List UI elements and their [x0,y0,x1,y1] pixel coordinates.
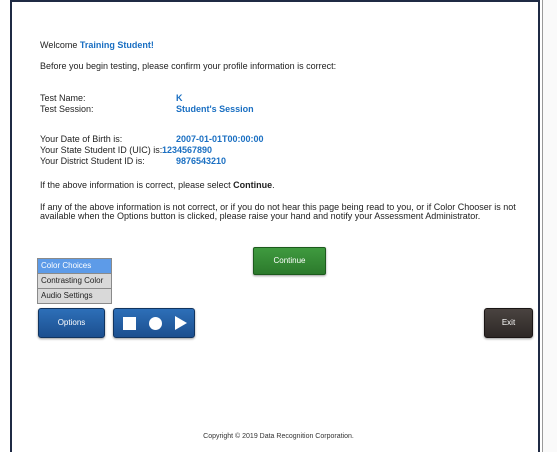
test-session-label: Test Session: [40,104,94,114]
uic-value: 1234567890 [162,145,213,155]
menu-item-color-choices[interactable]: Color Choices [37,258,112,274]
test-session-value: Student's Session [176,104,254,114]
district-id-value: 9876543210 [176,156,227,166]
confirm-instruction: If the above information is correct, ple… [40,180,275,191]
welcome-prefix: Welcome [40,40,78,50]
play-icon[interactable] [175,316,187,330]
confirm-end: . [272,180,275,190]
menu-item-audio-settings[interactable]: Audio Settings [37,289,112,304]
intro-text: Before you begin testing, please confirm… [40,61,337,71]
options-button[interactable]: Options [38,308,105,338]
district-id-label: Your District Student ID is: [40,156,145,166]
options-menu: Color Choices Contrasting Color Audio Se… [37,258,112,304]
audio-controls [113,308,195,338]
dob-value: 2007-01-01T00:00:00 [176,134,264,144]
test-name-label: Test Name: [40,93,86,103]
confirm-emphasis: Continue [233,180,273,190]
menu-item-contrasting-color[interactable]: Contrasting Color [37,274,112,289]
help-text: If any of the above information is not c… [40,202,516,221]
scrollbar[interactable] [542,0,557,452]
copyright-footer: Copyright © 2019 Data Recognition Corpor… [203,433,354,440]
exit-button[interactable]: Exit [484,308,533,338]
dob-label: Your Date of Birth is: [40,134,123,144]
student-name: Training Student! [79,40,154,50]
confirm-text: If the above information is correct, ple… [40,180,234,190]
welcome-line: Welcome Training Student! [40,40,154,51]
record-icon[interactable] [149,317,162,330]
continue-button[interactable]: Continue [253,247,326,275]
stop-icon[interactable] [123,317,136,330]
uic-label: Your State Student ID (UIC) is: [40,145,163,155]
test-name-value: K [176,93,183,103]
